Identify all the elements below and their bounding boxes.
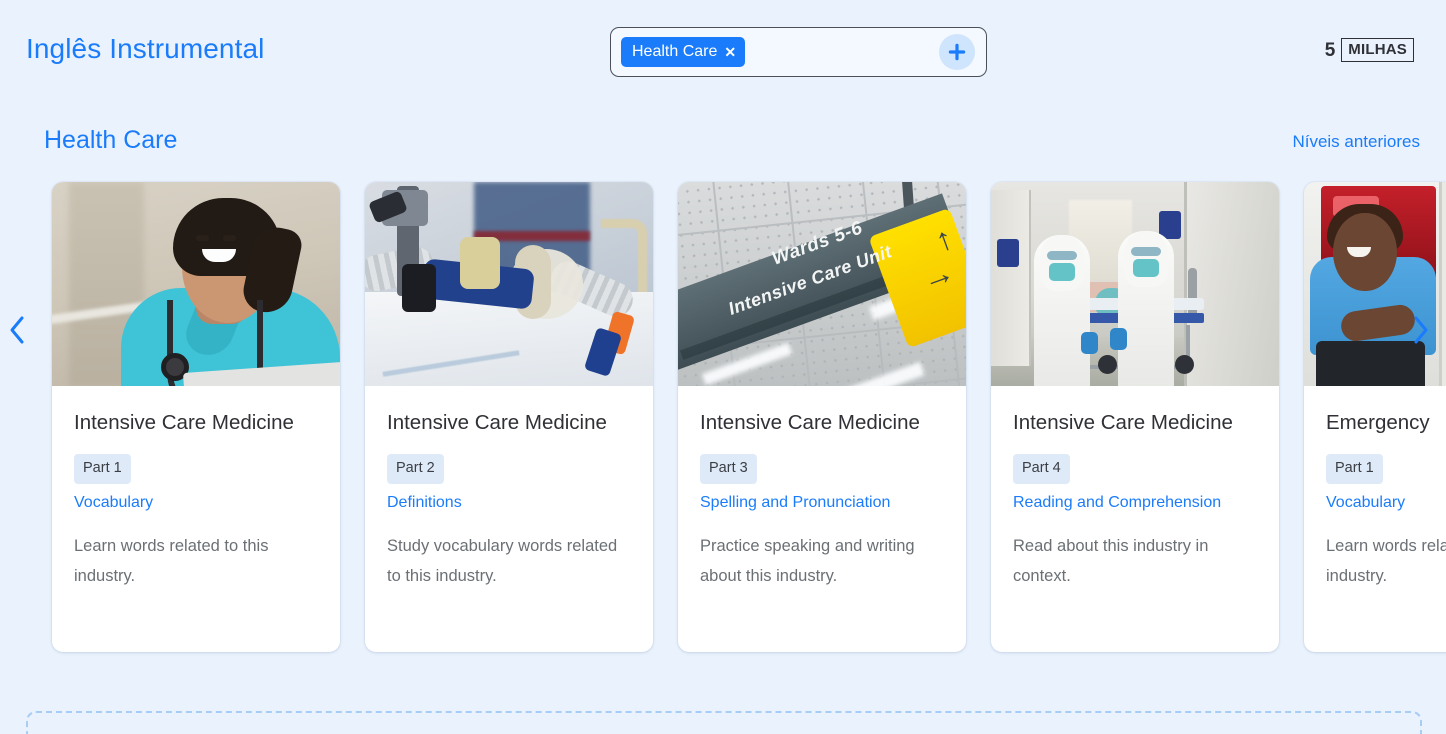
card-image-icu-sign: Wards 5-6 Intensive Care Unit ↑ → (678, 182, 966, 386)
card-image-nurse (52, 182, 340, 386)
carousel-next-button[interactable] (1404, 310, 1438, 350)
course-card[interactable]: Intensive Care Medicine Part 1 Vocabular… (52, 182, 340, 652)
carousel-prev-button[interactable] (0, 310, 34, 350)
tag-chip-label: Health Care (632, 43, 718, 60)
card-part-badge: Part 3 (700, 454, 757, 484)
card-body: Intensive Care Medicine Part 1 Vocabular… (52, 386, 340, 652)
card-image-ppe-corridor (991, 182, 1279, 386)
card-part-badge: Part 4 (1013, 454, 1070, 484)
card-body: Intensive Care Medicine Part 4 Reading a… (991, 386, 1279, 652)
section-title: Health Care (44, 126, 178, 154)
card-title: Intensive Care Medicine (700, 411, 920, 434)
card-description: Learn words related to this industry. (74, 536, 269, 585)
card-topic-link[interactable]: Vocabulary (1326, 494, 1446, 512)
card-topic-link[interactable]: Spelling and Pronunciation (700, 494, 944, 512)
card-topic-link[interactable]: Vocabulary (74, 494, 318, 512)
card-body: Intensive Care Medicine Part 2 Definitio… (365, 386, 653, 652)
carousel-track: Intensive Care Medicine Part 1 Vocabular… (52, 182, 1446, 654)
chevron-left-icon (10, 316, 24, 344)
course-card[interactable]: Intensive Care Medicine Part 2 Definitio… (365, 182, 653, 652)
miles-value: 5 (1324, 39, 1336, 61)
dashed-drop-area[interactable] (26, 711, 1422, 734)
card-part-badge: Part 2 (387, 454, 444, 484)
tag-search-field[interactable]: Health Care ✕ (610, 27, 987, 77)
page-title: Inglês Instrumental (26, 33, 265, 64)
card-title: Emergency (1326, 411, 1430, 434)
card-image-paramedic (1304, 182, 1446, 386)
course-carousel: Intensive Care Medicine Part 1 Vocabular… (0, 182, 1446, 654)
card-description: Practice speaking and writing about this… (700, 536, 915, 585)
course-card[interactable]: Intensive Care Medicine Part 4 Reading a… (991, 182, 1279, 652)
course-card[interactable]: Wards 5-6 Intensive Care Unit ↑ → Intens… (678, 182, 966, 652)
card-description: Read about this industry in context. (1013, 536, 1209, 585)
top-bar: Inglês Instrumental Health Care ✕ 5 MILH… (0, 0, 1446, 106)
page-root: Inglês Instrumental Health Care ✕ 5 MILH… (0, 0, 1446, 734)
card-title: Intensive Care Medicine (387, 411, 607, 434)
plus-icon (948, 43, 966, 61)
card-body: Emergency Part 1 Vocabulary Learn words … (1304, 386, 1446, 652)
miles-badge: 5 MILHAS (1325, 38, 1414, 62)
close-icon[interactable]: ✕ (724, 45, 736, 59)
course-card[interactable]: Emergency Part 1 Vocabulary Learn words … (1304, 182, 1446, 652)
card-image-ventilator (365, 182, 653, 386)
card-body: Intensive Care Medicine Part 3 Spelling … (678, 386, 966, 652)
card-topic-link[interactable]: Reading and Comprehension (1013, 494, 1257, 512)
card-title: Intensive Care Medicine (74, 411, 294, 434)
tag-chip-health-care[interactable]: Health Care ✕ (621, 37, 746, 67)
card-description: Learn words related to this industry. (1326, 536, 1446, 585)
card-part-badge: Part 1 (74, 454, 131, 484)
previous-levels-link[interactable]: Níveis anteriores (1292, 132, 1420, 152)
card-title: Intensive Care Medicine (1013, 411, 1233, 434)
section-header: Health Care Níveis anteriores (0, 126, 1446, 170)
card-description: Study vocabulary words related to this i… (387, 536, 618, 585)
card-part-badge: Part 1 (1326, 454, 1383, 484)
card-topic-link[interactable]: Definitions (387, 494, 631, 512)
chevron-right-icon (1414, 316, 1428, 344)
add-tag-button[interactable] (939, 34, 975, 70)
miles-unit-label: MILHAS (1341, 38, 1414, 62)
